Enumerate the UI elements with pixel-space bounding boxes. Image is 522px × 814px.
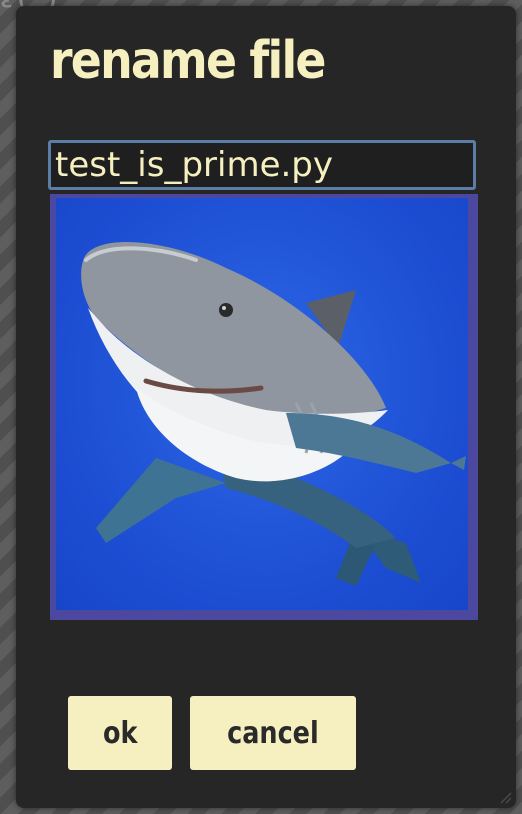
filename-input[interactable] [48,140,476,190]
cancel-button[interactable]: cancel [190,696,356,770]
dialog-title: rename file [50,31,326,91]
shark-image [81,241,466,586]
preview-image-area [56,198,468,610]
rename-file-dialog: rename file test_is_prime.py ok cancel [16,6,516,808]
ok-button-label: ok [102,715,138,751]
file-preview [50,194,478,620]
ok-button[interactable]: ok [68,696,172,770]
cancel-button-label: cancel [227,715,319,751]
resize-grip-icon[interactable] [498,790,512,804]
